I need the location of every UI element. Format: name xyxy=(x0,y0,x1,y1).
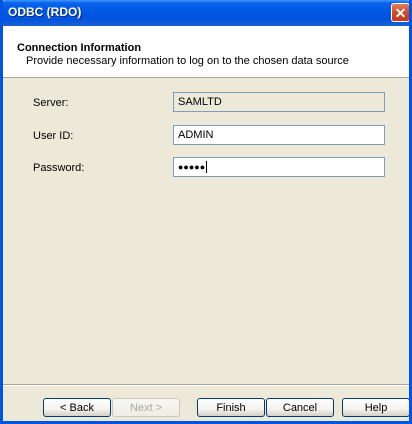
header-title: Connection Information xyxy=(17,42,142,54)
password-field[interactable]: ●●●●● xyxy=(173,157,385,177)
user-id-label: User ID: xyxy=(33,130,74,142)
server-value: SAMLTD xyxy=(178,96,222,108)
password-label: Password: xyxy=(33,162,85,174)
close-button[interactable]: ✕ xyxy=(391,3,409,22)
back-button[interactable]: < Back xyxy=(43,398,111,417)
button-separator xyxy=(3,384,409,385)
odbc-dialog: ODBC (RDO) ✕ Connection Information Prov… xyxy=(0,0,412,424)
user-id-value: ADMIN xyxy=(178,129,214,141)
user-id-field[interactable]: ADMIN xyxy=(173,125,385,145)
next-button: Next > xyxy=(112,398,180,417)
cancel-button[interactable]: Cancel xyxy=(266,398,334,417)
window-title: ODBC (RDO) xyxy=(8,5,82,19)
close-icon: ✕ xyxy=(394,4,407,21)
header-subtitle: Provide necessary information to log on … xyxy=(26,55,349,67)
server-label: Server: xyxy=(33,97,69,109)
help-button[interactable]: Help xyxy=(342,398,409,417)
finish-button[interactable]: Finish xyxy=(197,398,265,417)
header-panel: Connection Information Provide necessary… xyxy=(3,26,409,78)
server-field: SAMLTD xyxy=(173,92,385,112)
password-value: ●●●●● xyxy=(178,162,206,172)
text-caret xyxy=(206,161,208,174)
title-bar[interactable]: ODBC (RDO) ✕ xyxy=(3,0,409,26)
